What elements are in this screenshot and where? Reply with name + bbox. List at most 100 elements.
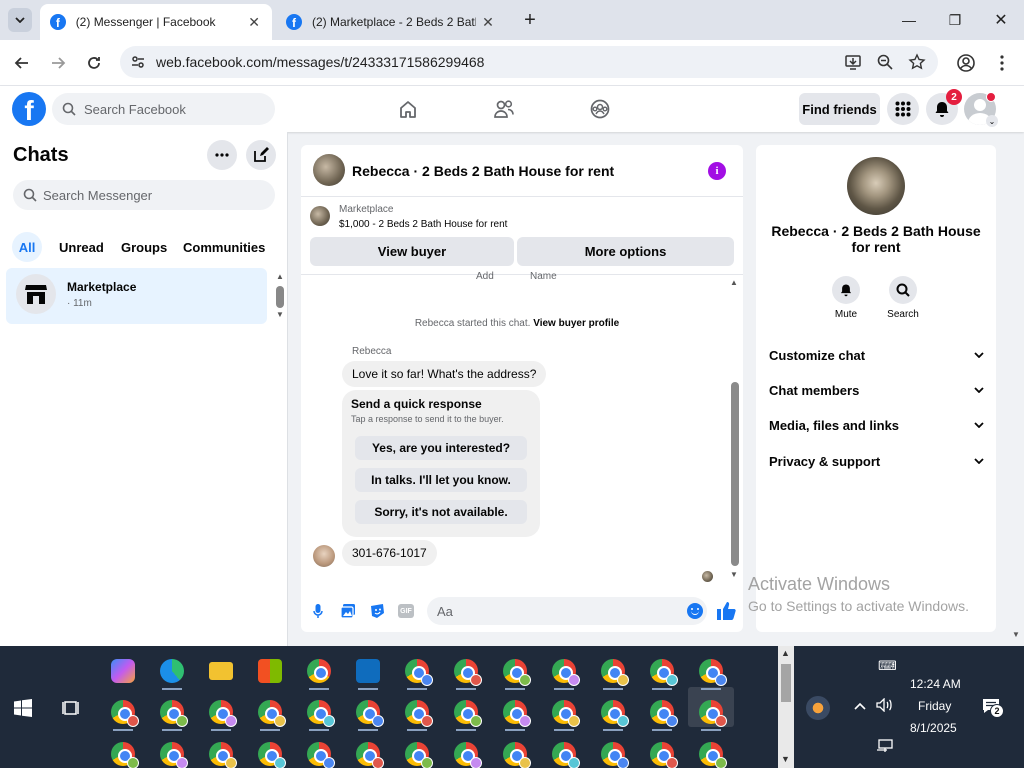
chrome-profile-app-icon[interactable] [601,742,629,768]
close-window-button[interactable]: ✕ [989,8,1013,32]
address-bar[interactable]: web.facebook.com/messages/t/243331715862… [120,46,938,78]
chrome-profile-app-icon[interactable] [552,659,580,686]
chat-list-scrollbar[interactable]: ▲ ▼ [274,272,286,320]
quick-reply-yes-button[interactable]: Yes, are you interested? [355,436,527,460]
install-app-icon[interactable] [844,53,862,71]
chrome-profile-app-icon[interactable] [258,700,286,727]
chrome-profile-app-icon[interactable] [111,700,139,727]
chrome-profile-app-icon[interactable] [454,659,482,686]
filter-all[interactable]: All [12,232,42,262]
view-buyer-button[interactable]: View buyer [310,237,514,266]
facebook-logo[interactable]: f [12,92,46,126]
menu-button[interactable] [887,93,919,125]
filter-groups[interactable]: Groups [121,232,167,262]
chrome-profile-app-icon[interactable] [699,742,727,768]
chrome-profile-app-icon[interactable] [503,700,531,727]
photo-icon[interactable] [340,603,356,619]
chrome-profile-app-icon[interactable] [405,659,433,686]
chrome-profile-app-icon[interactable] [454,742,482,768]
sound-app-icon[interactable] [806,696,830,720]
edge-app-icon[interactable] [160,659,184,683]
chrome-profile-app-icon[interactable] [503,742,531,768]
message-bubble[interactable]: 301-676-1017 [342,540,437,566]
chrome-profile-app-icon[interactable] [307,700,335,727]
chrome-profile-app-icon[interactable] [258,742,286,768]
sender-avatar[interactable] [313,545,335,567]
browser-menu-button[interactable] [990,51,1014,75]
chrome-profile-app-icon[interactable] [650,659,678,686]
emoji-icon[interactable] [687,603,703,619]
network-icon[interactable] [876,739,894,756]
listing-avatar[interactable] [313,154,345,186]
notifications-button[interactable]: 2 [926,89,962,125]
listing-title[interactable]: $1,000 - 2 Beds 2 Bath House for rent [339,219,507,230]
filter-unread[interactable]: Unread [59,232,104,262]
bookmark-star-icon[interactable] [908,53,926,71]
chrome-profile-app-icon[interactable] [160,742,188,768]
nav-groups[interactable] [584,94,616,124]
reload-button[interactable] [82,51,106,75]
notifications-center-button[interactable]: 2 [982,698,1004,720]
new-message-button[interactable] [246,140,276,170]
copilot-app-icon[interactable] [111,659,135,683]
chrome-profile-app-icon[interactable] [209,700,237,727]
start-button[interactable] [14,699,32,717]
close-tab-icon[interactable]: ✕ [246,14,262,31]
chrome-profile-app-icon[interactable] [650,742,678,768]
taskbar-scrollbar[interactable]: ▲ ▼ [778,646,794,768]
volume-button[interactable] [876,697,894,715]
chrome-profile-app-icon[interactable] [307,742,335,768]
clock-date[interactable]: 8/1/2025 [910,721,957,735]
section-chat-members[interactable]: Chat members [769,375,984,405]
tab-search-button[interactable] [8,8,32,32]
more-options-button[interactable]: More options [517,237,734,266]
find-friends-button[interactable]: Find friends [799,93,880,125]
section-media-files-links[interactable]: Media, files and links [769,410,984,440]
facebook-search-input[interactable]: Search Facebook [52,93,275,125]
message-input[interactable]: Aa [427,597,707,625]
section-privacy-support[interactable]: Privacy & support [769,446,984,476]
chrome-profile-app-icon[interactable] [650,700,678,727]
quick-reply-sorry-button[interactable]: Sorry, it's not available. [355,500,527,524]
store-app-icon[interactable] [258,659,282,683]
filter-communities[interactable]: Communities [183,232,265,262]
meet-now-icon[interactable]: ⌨ [878,658,897,674]
new-tab-button[interactable]: + [518,8,542,32]
chrome-profile-app-icon[interactable] [356,700,384,727]
chrome-profile-app-icon[interactable] [552,742,580,768]
conversation-header[interactable]: Rebecca · 2 Beds 2 Bath House for rent i [301,145,743,197]
tab-marketplace[interactable]: f (2) Marketplace - 2 Beds 2 Bath ✕ [276,4,508,40]
listing-thumbnail[interactable] [310,206,330,226]
chrome-profile-app-icon[interactable] [699,659,727,686]
maximize-button[interactable]: ❐ [943,8,967,32]
file-explorer-app-icon[interactable] [209,662,233,680]
search-in-chat-button[interactable]: Search [882,276,924,320]
chrome-profile-app-icon[interactable] [405,700,433,727]
view-buyer-profile-link[interactable]: View buyer profile [533,318,619,329]
back-button[interactable] [10,51,34,75]
chrome-profile-app-icon[interactable] [405,742,433,768]
chrome-profile-app-icon[interactable] [601,700,629,727]
microphone-icon[interactable] [313,603,323,619]
nav-friends[interactable] [488,94,520,124]
forward-button[interactable] [46,51,70,75]
zoom-icon[interactable] [876,53,894,71]
outlook-app-icon[interactable] [356,659,380,683]
chrome-profile-app-icon[interactable] [601,659,629,686]
site-info-icon[interactable] [130,54,146,70]
chrome-profile-app-icon[interactable] [160,700,188,727]
mute-button[interactable]: Mute [825,276,867,320]
quick-reply-talks-button[interactable]: In talks. I'll let you know. [355,468,527,492]
show-hidden-icons-button[interactable] [854,698,866,713]
profile-button[interactable] [954,51,978,75]
chrome-profile-app-icon[interactable] [209,742,237,768]
search-messenger-input[interactable]: Search Messenger [13,180,275,210]
chrome-profile-app-icon[interactable] [454,700,482,727]
tab-messenger[interactable]: f (2) Messenger | Facebook ✕ [40,4,272,40]
account-button[interactable]: ⌄ [964,92,998,127]
chat-options-button[interactable] [207,140,237,170]
page-scroll-down-arrow[interactable]: ▼ [1012,630,1020,639]
close-tab-icon[interactable]: ✕ [480,14,496,31]
chrome-profile-app-icon[interactable] [699,700,727,727]
message-bubble[interactable]: Love it so far! What's the address? [342,361,547,387]
